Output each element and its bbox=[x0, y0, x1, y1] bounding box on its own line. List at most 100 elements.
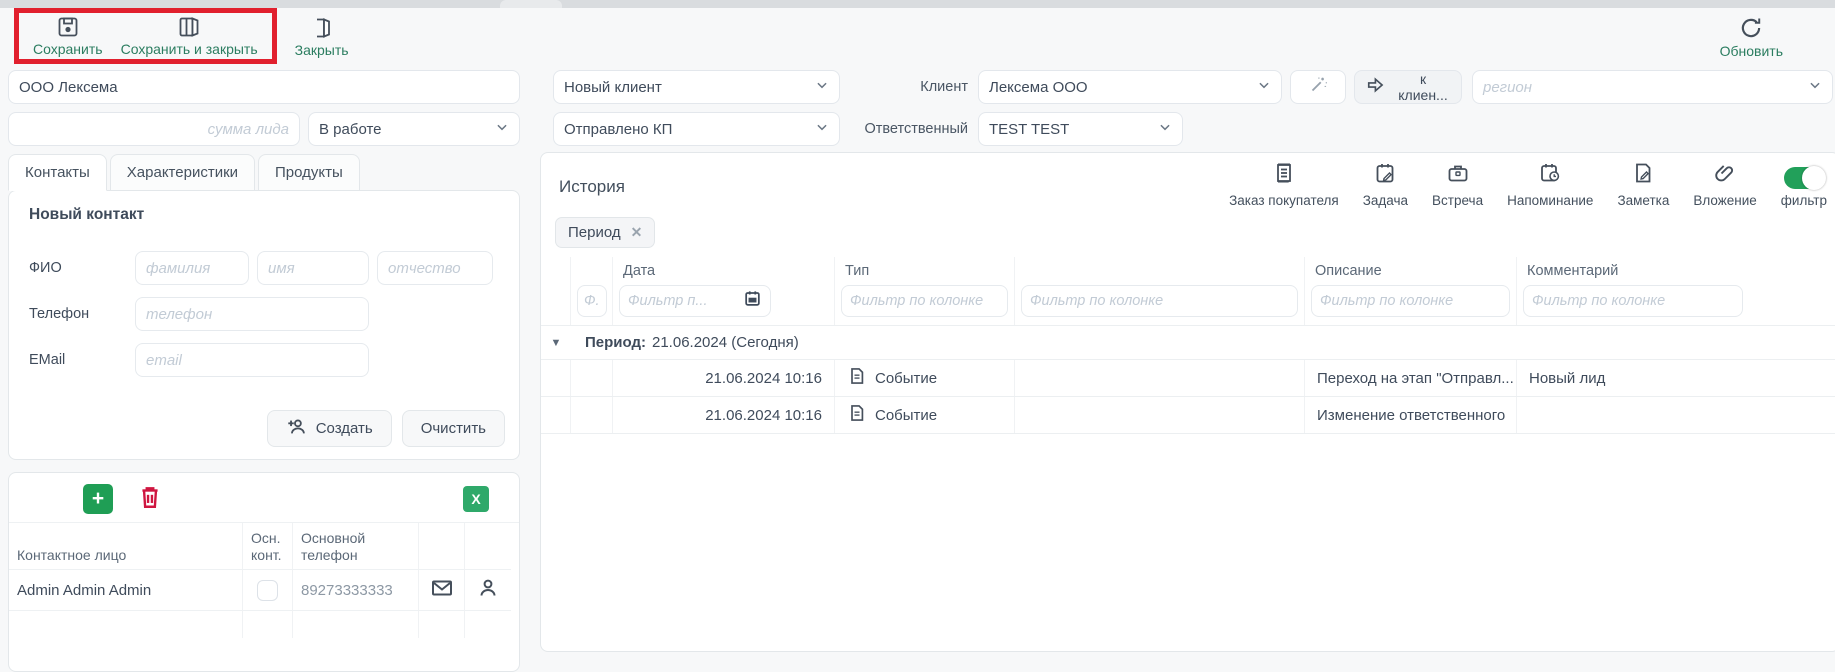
action-customer-order-label: Заказ покупателя bbox=[1229, 193, 1339, 208]
contact-person-cell[interactable]: Admin Admin Admin bbox=[9, 569, 243, 610]
fio-label: ФИО bbox=[29, 260, 135, 276]
history-row[interactable]: 21.06.2024 10:16 Событие Изменение ответ… bbox=[541, 397, 1835, 434]
client-select[interactable]: Лексема ООО bbox=[978, 70, 1282, 104]
event-doc-icon bbox=[847, 365, 867, 391]
action-attachment[interactable]: Вложение bbox=[1693, 161, 1756, 208]
action-customer-order[interactable]: Заказ покупателя bbox=[1229, 161, 1339, 208]
action-task[interactable]: Задача bbox=[1363, 161, 1408, 208]
col-expander-header bbox=[541, 257, 571, 281]
paperclip-icon bbox=[1713, 161, 1737, 190]
client-value: Лексема ООО bbox=[989, 79, 1088, 96]
unnamed-filter-input[interactable] bbox=[1030, 293, 1289, 309]
envelope-icon[interactable] bbox=[429, 576, 455, 604]
filter-expander-cell bbox=[541, 281, 571, 325]
flag-filter-input[interactable] bbox=[584, 293, 600, 309]
client-type-select[interactable]: Новый клиент bbox=[553, 70, 840, 104]
chip-close-icon[interactable]: ✕ bbox=[631, 224, 643, 241]
middlename-input[interactable] bbox=[378, 252, 492, 284]
lead-name-input[interactable] bbox=[9, 71, 519, 103]
col-actions-header bbox=[419, 523, 465, 569]
lead-sum-input[interactable] bbox=[9, 113, 299, 145]
export-excel-button[interactable]: X bbox=[463, 486, 489, 512]
phone-input[interactable] bbox=[136, 298, 368, 330]
save-icon bbox=[56, 15, 80, 39]
col-description-header: Описание bbox=[1305, 257, 1517, 281]
toggle-knob bbox=[1802, 166, 1826, 190]
comment-filter-input[interactable] bbox=[1532, 293, 1734, 309]
create-contact-button[interactable]: Создать bbox=[267, 410, 392, 447]
person-icon[interactable] bbox=[476, 576, 500, 604]
period-filter-chip[interactable]: Период ✕ bbox=[555, 217, 655, 248]
lastname-input[interactable] bbox=[136, 252, 248, 284]
email-label: EMail bbox=[29, 352, 135, 368]
magic-wand-button[interactable] bbox=[1290, 70, 1346, 104]
stage-select[interactable]: Отправлено КП bbox=[553, 112, 840, 146]
add-person-icon bbox=[286, 416, 308, 442]
save-button[interactable]: Сохранить bbox=[27, 13, 109, 59]
refresh-label: Обновить bbox=[1720, 43, 1783, 59]
type-filter-input[interactable] bbox=[850, 293, 999, 309]
date-filter-input[interactable] bbox=[628, 293, 743, 309]
empty-row-cell bbox=[419, 610, 465, 638]
period-group-row[interactable]: ▼ Период: 21.06.2024 (Сегодня) bbox=[541, 325, 1835, 360]
contact-person: Admin Admin Admin bbox=[17, 582, 151, 599]
filter-date-cell bbox=[613, 281, 835, 325]
main-contact-checkbox[interactable] bbox=[257, 580, 278, 601]
tab-contacts[interactable]: Контакты bbox=[8, 154, 107, 191]
region-select[interactable]: регион bbox=[1472, 70, 1833, 104]
collapse-triangle-icon[interactable]: ▼ bbox=[541, 337, 571, 349]
contacts-toolbar: + X bbox=[9, 473, 519, 522]
col-unnamed-header bbox=[1015, 257, 1305, 281]
window-tab-strip bbox=[0, 0, 1835, 8]
new-contact-title: Новый контакт bbox=[9, 191, 519, 224]
firstname-input[interactable] bbox=[258, 252, 368, 284]
tab-characteristics[interactable]: Характеристики bbox=[110, 154, 255, 191]
contacts-panel: + X Контактное лицо Осн. конт. Основной … bbox=[8, 472, 520, 672]
close-button[interactable]: Закрыть bbox=[289, 14, 355, 60]
add-contact-button[interactable]: + bbox=[83, 484, 113, 514]
arrow-right-icon bbox=[1365, 75, 1385, 99]
tab-products[interactable]: Продукты bbox=[258, 154, 360, 191]
action-reminder[interactable]: Напоминание bbox=[1507, 161, 1593, 208]
main-toolbar: Сохранить Сохранить и закрыть Закрыть Об… bbox=[0, 8, 1835, 66]
col-flag-header bbox=[571, 257, 613, 281]
stage-value: Отправлено КП bbox=[564, 121, 672, 138]
row-type: Событие bbox=[875, 407, 937, 424]
action-note[interactable]: Заметка bbox=[1617, 161, 1669, 208]
refresh-button[interactable]: Обновить bbox=[1714, 13, 1789, 61]
responsible-select[interactable]: TEST TEST bbox=[978, 112, 1183, 146]
email-input[interactable] bbox=[136, 344, 368, 376]
col-actions-header bbox=[465, 523, 511, 569]
tab-contacts-label: Контакты bbox=[25, 164, 90, 181]
empty-row-cell bbox=[243, 610, 293, 638]
contact-person-icon-cell bbox=[465, 569, 511, 610]
col-comment-header: Комментарий bbox=[1517, 257, 1835, 281]
to-client-button[interactable]: к клиен... bbox=[1354, 70, 1462, 104]
save-and-close-button[interactable]: Сохранить и закрыть bbox=[115, 13, 264, 59]
save-and-close-icon bbox=[177, 15, 201, 39]
row-date: 21.06.2024 10:16 bbox=[705, 407, 822, 424]
contact-main-cell bbox=[243, 569, 293, 610]
chevron-down-icon bbox=[1257, 78, 1271, 96]
col-person-header: Контактное лицо bbox=[9, 523, 243, 569]
row-description-cell: Переход на этап "Отправл... bbox=[1305, 360, 1517, 396]
history-row[interactable]: 21.06.2024 10:16 Событие Переход на этап… bbox=[541, 360, 1835, 397]
history-table: Дата Тип Описание Комментарий bbox=[541, 257, 1835, 434]
delete-contact-button[interactable] bbox=[137, 483, 163, 514]
row-comment: Новый лид bbox=[1529, 370, 1605, 387]
chevron-down-icon bbox=[1158, 120, 1172, 138]
action-task-label: Задача bbox=[1363, 193, 1408, 208]
description-filter-input[interactable] bbox=[1320, 293, 1501, 309]
empty-row-cell bbox=[9, 610, 243, 638]
lead-status-value: В работе bbox=[319, 121, 382, 138]
filter-comment-cell bbox=[1517, 281, 1835, 325]
clear-contact-button[interactable]: Очистить bbox=[402, 410, 505, 447]
row-expander-cell bbox=[541, 397, 571, 433]
action-meeting[interactable]: Встреча bbox=[1432, 161, 1483, 208]
filter-toggle[interactable] bbox=[1784, 167, 1824, 189]
lead-status-select[interactable]: В работе bbox=[308, 112, 520, 146]
history-title: История bbox=[559, 177, 625, 197]
filter-unnamed-cell bbox=[1015, 281, 1305, 325]
row-description: Изменение ответственного bbox=[1317, 407, 1505, 424]
calendar-icon[interactable] bbox=[743, 289, 762, 313]
